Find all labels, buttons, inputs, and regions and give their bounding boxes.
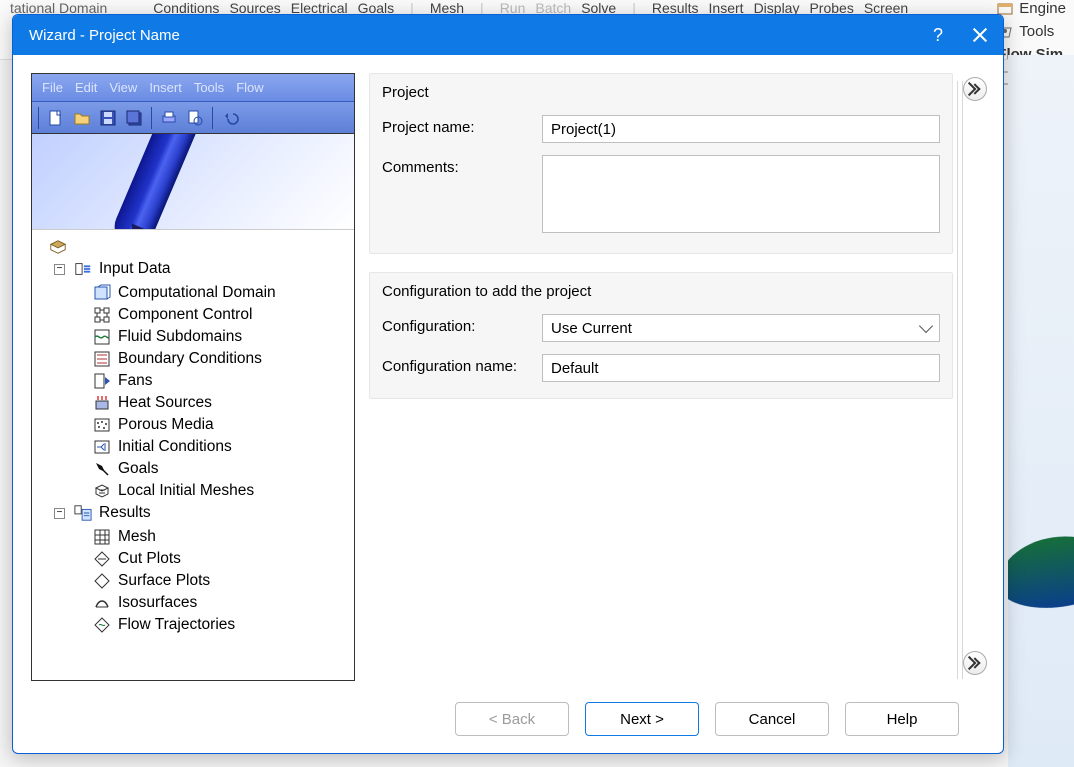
tree-flow-trajectories[interactable]: Flow Trajectories [88,614,350,636]
collapse-icon[interactable]: − [54,264,65,275]
tree-computational-domain[interactable]: Computational Domain [88,282,350,304]
open-folder-icon [73,109,91,127]
wizard-footer: < Back Next > Cancel Help [13,695,1003,753]
configuration-name-input[interactable] [542,354,940,382]
label-configuration-name: Configuration name: [382,354,530,375]
tree-fans[interactable]: Fans [88,370,350,392]
save-all-icon [125,109,143,127]
tree-initial-conditions[interactable]: Initial Conditions [88,436,350,458]
input-data-icon [73,260,93,278]
feature-tree: − Input Data Computational Domain C [32,134,354,642]
back-button: < Back [455,702,569,736]
illustration-menubar: File Edit View Insert Tools Flow [32,74,354,102]
fluid-subdomain-icon [92,328,112,346]
collapse-icon[interactable]: − [54,508,65,519]
cut-plots-icon [92,550,112,568]
wizard-dialog: Wizard - Project Name ? File Edit View I… [12,14,1004,754]
undo-icon [221,109,239,127]
configuration-select[interactable]: Use Current [542,314,940,342]
project-box-icon [48,238,68,256]
label-configuration: Configuration: [382,314,530,335]
expand-panel-bottom-chevron-icon[interactable] [963,651,987,675]
cancel-button[interactable]: Cancel [715,702,829,736]
expand-panel-top-chevron-icon[interactable] [963,77,987,101]
tree-cut-plots[interactable]: Cut Plots [88,548,350,570]
help-button[interactable]: Help [845,702,959,736]
wizard-form-panel: Project Project name: Comments: Configur… [369,73,985,687]
tree-input-data[interactable]: − Input Data [54,258,350,280]
titlebar-close-icon[interactable] [971,27,987,43]
tree-fluid-subdomains[interactable]: Fluid Subdomains [88,326,350,348]
boundary-conditions-icon [92,350,112,368]
label-comments: Comments: [382,155,530,176]
print-icon [160,109,178,127]
tree-goals[interactable]: Goals [88,458,350,480]
print-preview-icon [186,109,204,127]
results-icon [73,504,93,522]
panel-splitter-track[interactable] [957,81,963,679]
save-disk-icon [99,109,117,127]
label-project-name: Project name: [382,115,530,136]
configuration-select-value: Use Current [551,320,632,337]
component-control-icon [92,306,112,324]
porous-media-icon [92,416,112,434]
mesh-grid-icon [92,528,112,546]
next-button[interactable]: Next > [585,702,699,736]
group-legend-project: Project [382,84,940,101]
domain-box-icon [92,284,112,302]
wizard-illustration-tree-panel: File Edit View Insert Tools Flow [31,73,355,681]
host-3d-viewport-sliver [1008,55,1074,767]
dialog-title: Wizard - Project Name [29,27,180,44]
group-configuration: Configuration to add the project Configu… [369,272,953,399]
local-mesh-icon [92,482,112,500]
chevron-down-icon [919,319,933,333]
tree-local-initial-meshes[interactable]: Local Initial Meshes [88,480,350,502]
tree-porous-media[interactable]: Porous Media [88,414,350,436]
isosurfaces-icon [92,594,112,612]
tree-boundary-conditions[interactable]: Boundary Conditions [88,348,350,370]
goals-target-icon [92,460,112,478]
tree-surface-plots[interactable]: Surface Plots [88,570,350,592]
tree-isosurfaces[interactable]: Isosurfaces [88,592,350,614]
surface-plots-icon [92,572,112,590]
tree-results[interactable]: − Results [54,502,350,524]
group-project: Project Project name: Comments: [369,73,953,254]
tree-heat-sources[interactable]: Heat Sources [88,392,350,414]
titlebar-help-icon[interactable]: ? [933,25,943,46]
flow-trajectories-icon [92,616,112,634]
project-name-input[interactable] [542,115,940,143]
tree-component-control[interactable]: Component Control [88,304,350,326]
tree-mesh[interactable]: Mesh [88,526,350,548]
heat-sources-icon [92,394,112,412]
fans-icon [92,372,112,390]
illustration-toolbar [32,102,354,134]
dialog-titlebar: Wizard - Project Name ? [13,15,1003,55]
initial-conditions-icon [92,438,112,456]
tree-root-project[interactable] [48,236,350,258]
new-file-icon [47,109,65,127]
comments-textarea[interactable] [542,155,940,233]
group-legend-configuration: Configuration to add the project [382,283,940,300]
